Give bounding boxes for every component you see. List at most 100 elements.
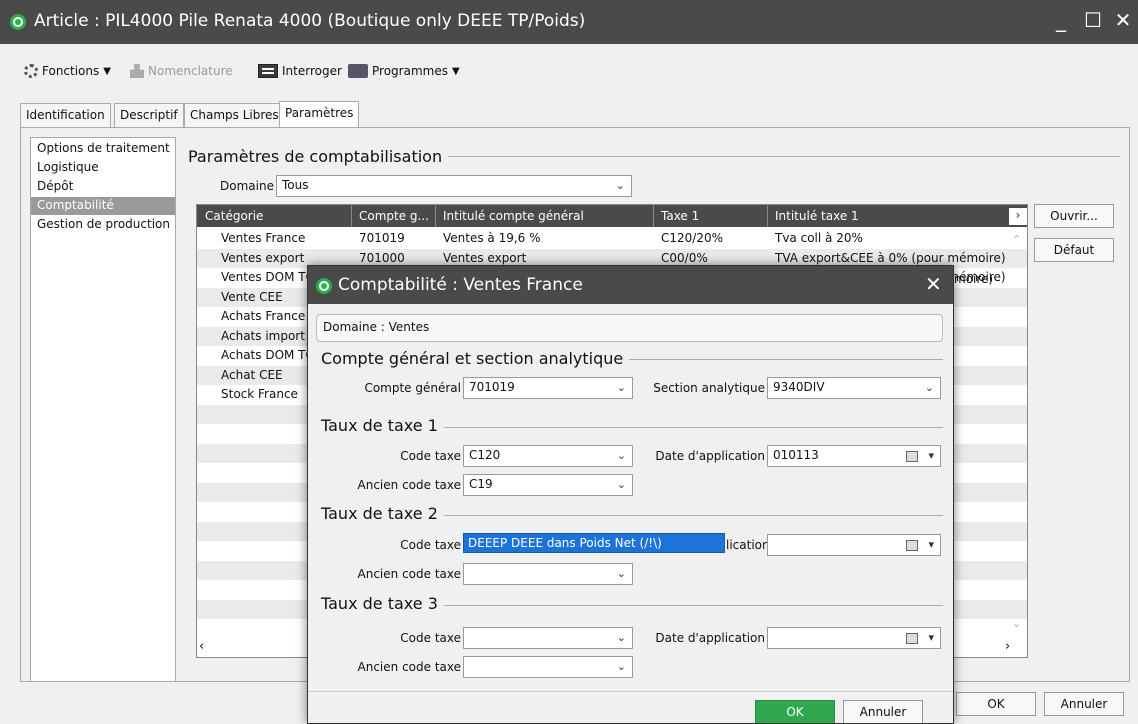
tax2-code-dropdown-highlight[interactable]: DEEEP DEEE dans Poids Net (/!\) <box>463 533 725 553</box>
table-cell: 701019 <box>359 231 405 245</box>
table-row[interactable]: Ventes France 701019 Ventes à 19,6 % C120/2… <box>197 229 1027 249</box>
nomenclature-label: Nomenclature <box>148 64 233 78</box>
table-cell: Ventes export <box>221 250 305 265</box>
nomenclature-menu[interactable]: Nomenclature <box>130 64 233 78</box>
scroll-down-icon[interactable]: ⌄ <box>1012 617 1021 630</box>
main-ok-button[interactable]: OK <box>956 692 1036 716</box>
minimize-button[interactable]: _ <box>1048 8 1074 32</box>
ancien-code-taxe-label: Ancien code taxe <box>357 478 461 492</box>
table-cell: 701000 <box>359 250 405 265</box>
scroll-right-icon[interactable]: › <box>1005 639 1019 655</box>
chevron-down-icon: ⌄ <box>616 660 626 673</box>
column-separator <box>653 205 654 227</box>
column-header[interactable]: Taxe 1 <box>661 209 699 223</box>
table-cell: Ventes à 19,6 % <box>443 231 541 245</box>
chevron-down-icon: ⌄ <box>616 567 626 580</box>
column-separator <box>351 205 352 227</box>
tax2-date-picker[interactable]: ▾ <box>767 534 941 556</box>
nav-gestion-production[interactable]: Gestion de production <box>31 216 175 234</box>
comptabilite-dialog: Comptabilité : Ventes France ✕ Domaine :… <box>307 265 954 724</box>
scroll-up-icon[interactable]: ⌃ <box>1012 233 1021 246</box>
interroger-menu[interactable]: Interroger <box>258 64 342 78</box>
column-header[interactable]: Compte g... <box>359 209 429 223</box>
table-cell: TVA export&CEE à 0% (pour mémoire) <box>775 250 1006 265</box>
tax3-date-picker[interactable]: ▾ <box>767 627 941 649</box>
column-header[interactable]: Intitulé compte général <box>443 209 584 223</box>
section-taxe-1: Taux de taxe 1 <box>321 416 444 435</box>
nav-depot[interactable]: Dépôt <box>31 178 175 196</box>
programmes-menu[interactable]: Programmes ▼ <box>348 64 460 78</box>
tax2-ancien-select[interactable]: ⌄ <box>463 563 633 585</box>
chevron-down-icon: ▼ <box>451 65 460 77</box>
tab-champs-libres[interactable]: Champs Libres <box>184 103 285 127</box>
chevron-down-icon: ⌄ <box>616 381 626 394</box>
table-cell: Achats France <box>221 309 306 323</box>
gear-icon <box>24 64 38 78</box>
tab-descriptif[interactable]: Descriptif <box>114 103 184 127</box>
chevron-down-icon: ▾ <box>928 449 934 462</box>
nav-comptabilite[interactable]: Comptabilité <box>31 197 175 215</box>
column-header[interactable]: Catégorie <box>205 209 263 223</box>
domaine-select[interactable]: Tous ⌄ <box>276 175 632 197</box>
close-button[interactable]: ✕ <box>1110 8 1136 32</box>
tax1-date-value: 010113 <box>773 448 819 462</box>
nav-options-traitement[interactable]: Options de traitement <box>31 140 175 158</box>
chevron-down-icon: ⌄ <box>616 478 626 491</box>
tab-identification[interactable]: Identification <box>20 103 111 127</box>
column-header[interactable]: Intitulé taxe 1 <box>775 209 859 223</box>
table-cell: Ventes export <box>443 250 527 265</box>
dialog-titlebar: Comptabilité : Ventes France ✕ <box>308 266 953 304</box>
parameters-nav: Options de traitement Logistique Dépôt C… <box>30 137 176 682</box>
tax3-ancien-select[interactable]: ⌄ <box>463 656 633 678</box>
grid-cell-overflow: moire) <box>954 272 994 286</box>
column-separator <box>435 205 436 227</box>
chevron-down-icon: ⌄ <box>924 381 934 394</box>
grid-header: Catégorie Compte g... Intitulé compte gé… <box>197 205 1027 227</box>
ouvrir-button[interactable]: Ouvrir... <box>1034 204 1114 228</box>
maximize-button[interactable]: ☐ <box>1080 8 1106 32</box>
compte-general-value: 701019 <box>469 380 515 394</box>
chevron-down-icon: ⌄ <box>615 179 625 192</box>
tax3-code-select[interactable]: ⌄ <box>463 627 633 649</box>
table-cell: Vente CEE <box>221 289 283 304</box>
nav-logistique[interactable]: Logistique <box>31 159 175 177</box>
app-icon <box>316 278 332 294</box>
chevron-down-icon: ⌄ <box>616 449 626 462</box>
domaine-value: Tous <box>282 178 309 192</box>
domaine-label: Domaine <box>220 179 274 193</box>
dialog-ok-button[interactable]: OK <box>755 700 835 723</box>
scroll-right-icon[interactable]: › <box>1009 208 1027 225</box>
calendar-icon <box>906 451 918 462</box>
window-titlebar: Article : PIL4000 Pile Renata 4000 (Bout… <box>0 0 1138 44</box>
section-analytique-label: Section analytique <box>653 381 765 395</box>
tax1-code-select[interactable]: C120 ⌄ <box>463 445 633 467</box>
section-analytique-select[interactable]: 9340DIV ⌄ <box>767 377 941 399</box>
code-taxe-label: Code taxe <box>400 449 461 463</box>
main-annuler-button[interactable]: Annuler <box>1044 692 1124 716</box>
tab-parametres[interactable]: Paramètres <box>279 101 360 128</box>
section-compte-general: Compte général et section analytique <box>321 349 630 368</box>
tax1-ancien-select[interactable]: C19 ⌄ <box>463 474 633 496</box>
domaine-box: Domaine : Ventes <box>316 314 943 342</box>
chevron-down-icon: ⌄ <box>616 631 626 644</box>
programmes-label: Programmes <box>372 64 448 78</box>
tax1-ancien-value: C19 <box>469 477 493 491</box>
table-cell: Stock France <box>221 387 298 401</box>
dialog-close-button[interactable]: ✕ <box>925 272 942 296</box>
table-cell: Tva coll à 20% <box>775 231 863 245</box>
chevron-down-icon: ▾ <box>928 538 934 551</box>
section-taxe-3: Taux de taxe 3 <box>321 594 444 613</box>
defaut-button[interactable]: Défaut <box>1034 238 1114 262</box>
ancien-code-taxe-label: Ancien code taxe <box>357 660 461 674</box>
calendar-icon <box>906 633 918 644</box>
fonctions-menu[interactable]: Fonctions ▼ <box>24 64 111 78</box>
calendar-icon <box>906 540 918 551</box>
scroll-left-icon[interactable]: ‹ <box>199 639 213 655</box>
fonctions-label: Fonctions <box>42 64 100 78</box>
dialog-annuler-button[interactable]: Annuler <box>843 700 923 723</box>
tax1-date-picker[interactable]: 010113 ▾ <box>767 445 941 467</box>
compte-general-select[interactable]: 701019 ⌄ <box>463 377 633 399</box>
date-application-label: Date d'application <box>655 449 765 463</box>
tax1-code-value: C120 <box>469 448 501 462</box>
code-taxe-label: Code taxe <box>400 538 461 552</box>
